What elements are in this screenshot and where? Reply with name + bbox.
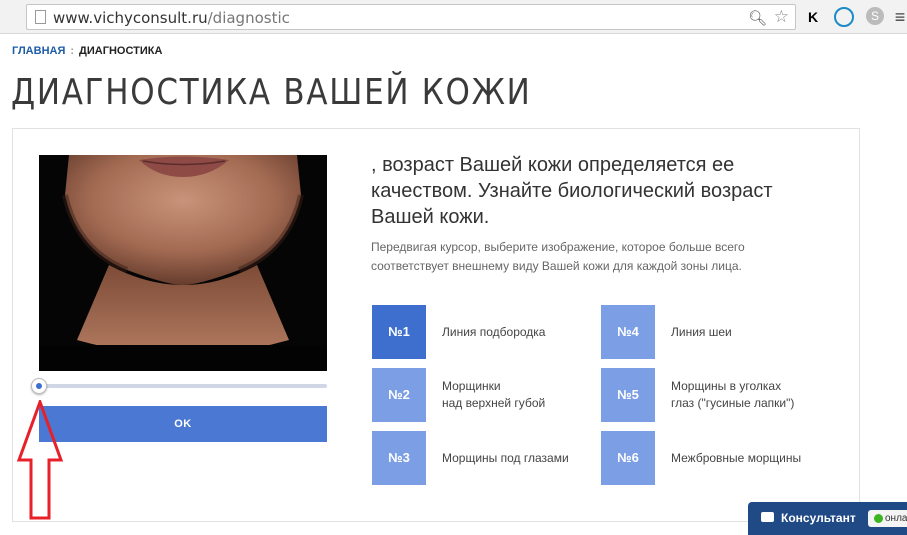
breadcrumb-home-link[interactable]: ГЛАВНАЯ: [12, 45, 65, 57]
zone-number[interactable]: №1: [372, 305, 426, 359]
zone-number[interactable]: №4: [601, 305, 655, 359]
skin-photo: [39, 155, 327, 371]
diagnostic-lead: , возраст Вашей кожи определяется ее кач…: [371, 154, 773, 228]
url-path: /diagnostic: [207, 9, 290, 27]
address-bar[interactable]: www.vichyconsult.ru/diagnostic 🔍︎ ☆: [26, 4, 796, 30]
diagnostic-instruction: Передвигая курсор, выберите изображение,…: [371, 240, 745, 273]
zone-item-6[interactable]: №6 Межбровные морщины: [601, 431, 821, 485]
annotation-arrow-icon: [16, 400, 64, 520]
a-extension-icon[interactable]: [834, 7, 854, 27]
zone-number[interactable]: №6: [601, 431, 655, 485]
zoom-icon[interactable]: 🔍︎: [748, 9, 767, 27]
k-extension-icon[interactable]: K: [803, 7, 823, 27]
zone-label: Линия шеи: [671, 324, 732, 339]
zone-label: Линия подбородка: [442, 324, 546, 339]
zone-item-2[interactable]: №2 Морщинки над верхней губой: [372, 368, 592, 422]
ok-button[interactable]: OK: [39, 406, 327, 442]
zone-item-1[interactable]: №1 Линия подбородка: [372, 305, 592, 359]
online-status-icon: [874, 514, 883, 523]
bookmark-star-icon[interactable]: ☆: [774, 7, 789, 27]
page-icon: [35, 10, 46, 24]
skin-age-slider-track[interactable]: [39, 384, 327, 388]
zone-label: Морщинки над верхней губой: [442, 379, 546, 410]
breadcrumb-separator: :: [70, 45, 75, 57]
consultant-label: Консультант: [781, 511, 856, 525]
skype-icon[interactable]: S: [866, 7, 884, 25]
chin-neck-image: [39, 155, 327, 371]
zone-number[interactable]: №5: [601, 368, 655, 422]
menu-icon[interactable]: ≡: [890, 7, 907, 27]
zone-number[interactable]: №2: [372, 368, 426, 422]
breadcrumb: ГЛАВНАЯ: ДИАГНОСТИКА: [12, 45, 162, 57]
chat-icon: [761, 512, 774, 522]
skin-age-slider-thumb[interactable]: [31, 378, 47, 394]
zone-item-3[interactable]: №3 Морщины под глазами: [372, 431, 592, 485]
zone-item-4[interactable]: №4 Линия шеи: [601, 305, 821, 359]
breadcrumb-current: ДИАГНОСТИКА: [79, 45, 163, 57]
zone-label: Межбровные морщины: [671, 450, 802, 465]
url-text[interactable]: www.vichyconsult.ru/diagnostic: [53, 9, 290, 27]
page-title: ДИАГНОСТИКА ВАШЕЙ КОЖИ: [11, 72, 532, 113]
url-domain: www.vichyconsult.ru: [53, 9, 208, 27]
zone-item-5[interactable]: №5 Морщины в уголках глаз ("гусиные лапк…: [601, 368, 821, 422]
zone-label: Морщины в уголках глаз ("гусиные лапки"): [671, 379, 795, 410]
browser-toolbar: www.vichyconsult.ru/diagnostic 🔍︎ ☆ K S …: [0, 0, 907, 34]
zone-label: Морщины под глазами: [442, 450, 569, 465]
zone-number[interactable]: №3: [372, 431, 426, 485]
